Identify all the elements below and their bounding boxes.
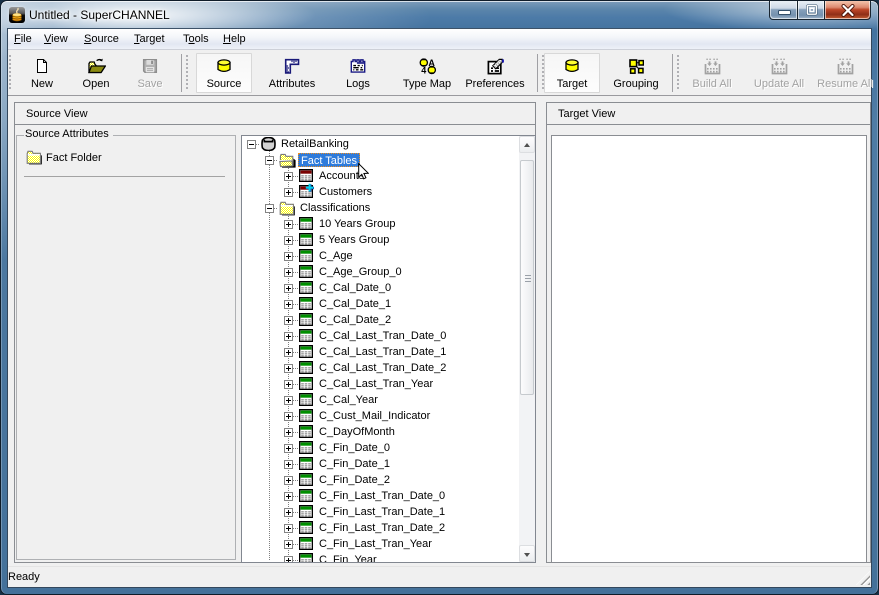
svg-text:4: 4 (421, 66, 426, 75)
svg-text:A: A (428, 58, 435, 68)
